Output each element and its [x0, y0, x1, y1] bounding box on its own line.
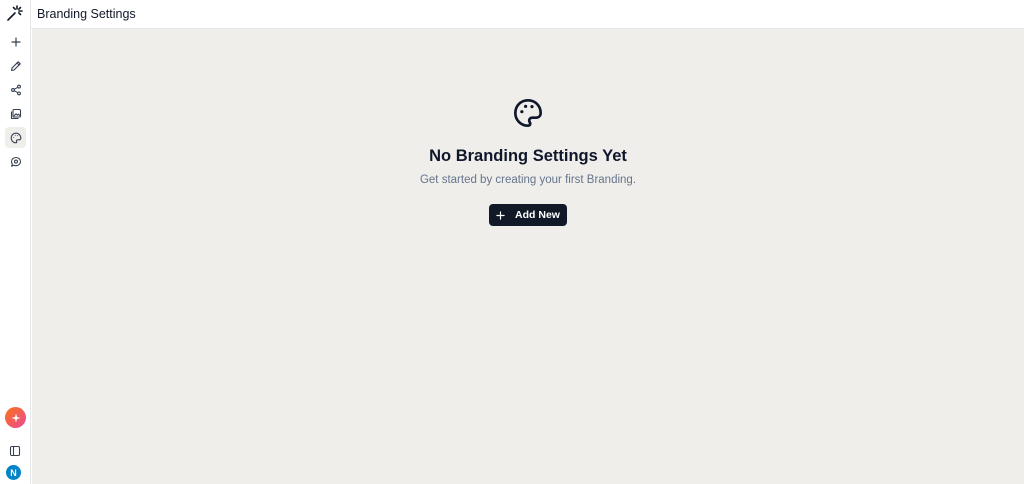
avatar[interactable]: N	[6, 465, 21, 480]
sidebar-item-chat[interactable]	[5, 151, 26, 172]
sidebar-item-share[interactable]	[5, 79, 26, 100]
sidebar-item-new[interactable]	[5, 31, 26, 52]
sparkle-icon	[11, 413, 20, 422]
main-content: No Branding Settings Yet Get started by …	[32, 29, 1024, 484]
sidebar-item-edit[interactable]	[5, 55, 26, 76]
palette-icon	[514, 99, 542, 127]
chat-icon	[10, 156, 21, 167]
assistant-button[interactable]	[5, 407, 26, 428]
sidebar-panel-icon	[9, 445, 21, 457]
sidebar-toggle-button[interactable]	[8, 444, 22, 458]
sidebar: N	[0, 0, 31, 484]
top-bar: Branding Settings	[31, 0, 1024, 29]
gallery-icon	[10, 108, 21, 119]
share-icon	[10, 84, 21, 95]
pen-icon	[10, 60, 21, 71]
empty-state-title: No Branding Settings Yet	[429, 147, 627, 165]
plus-icon	[496, 210, 505, 220]
add-new-label: Add New	[515, 209, 560, 221]
page-title: Branding Settings	[37, 7, 136, 21]
sidebar-item-gallery[interactable]	[5, 103, 26, 124]
empty-state-subtitle: Get started by creating your first Brand…	[419, 174, 637, 186]
palette-icon	[10, 132, 21, 143]
plus-icon	[10, 36, 21, 47]
sidebar-item-branding[interactable]	[5, 127, 26, 148]
magic-wand-icon[interactable]	[6, 4, 24, 22]
add-new-button[interactable]: Add New	[489, 204, 567, 226]
